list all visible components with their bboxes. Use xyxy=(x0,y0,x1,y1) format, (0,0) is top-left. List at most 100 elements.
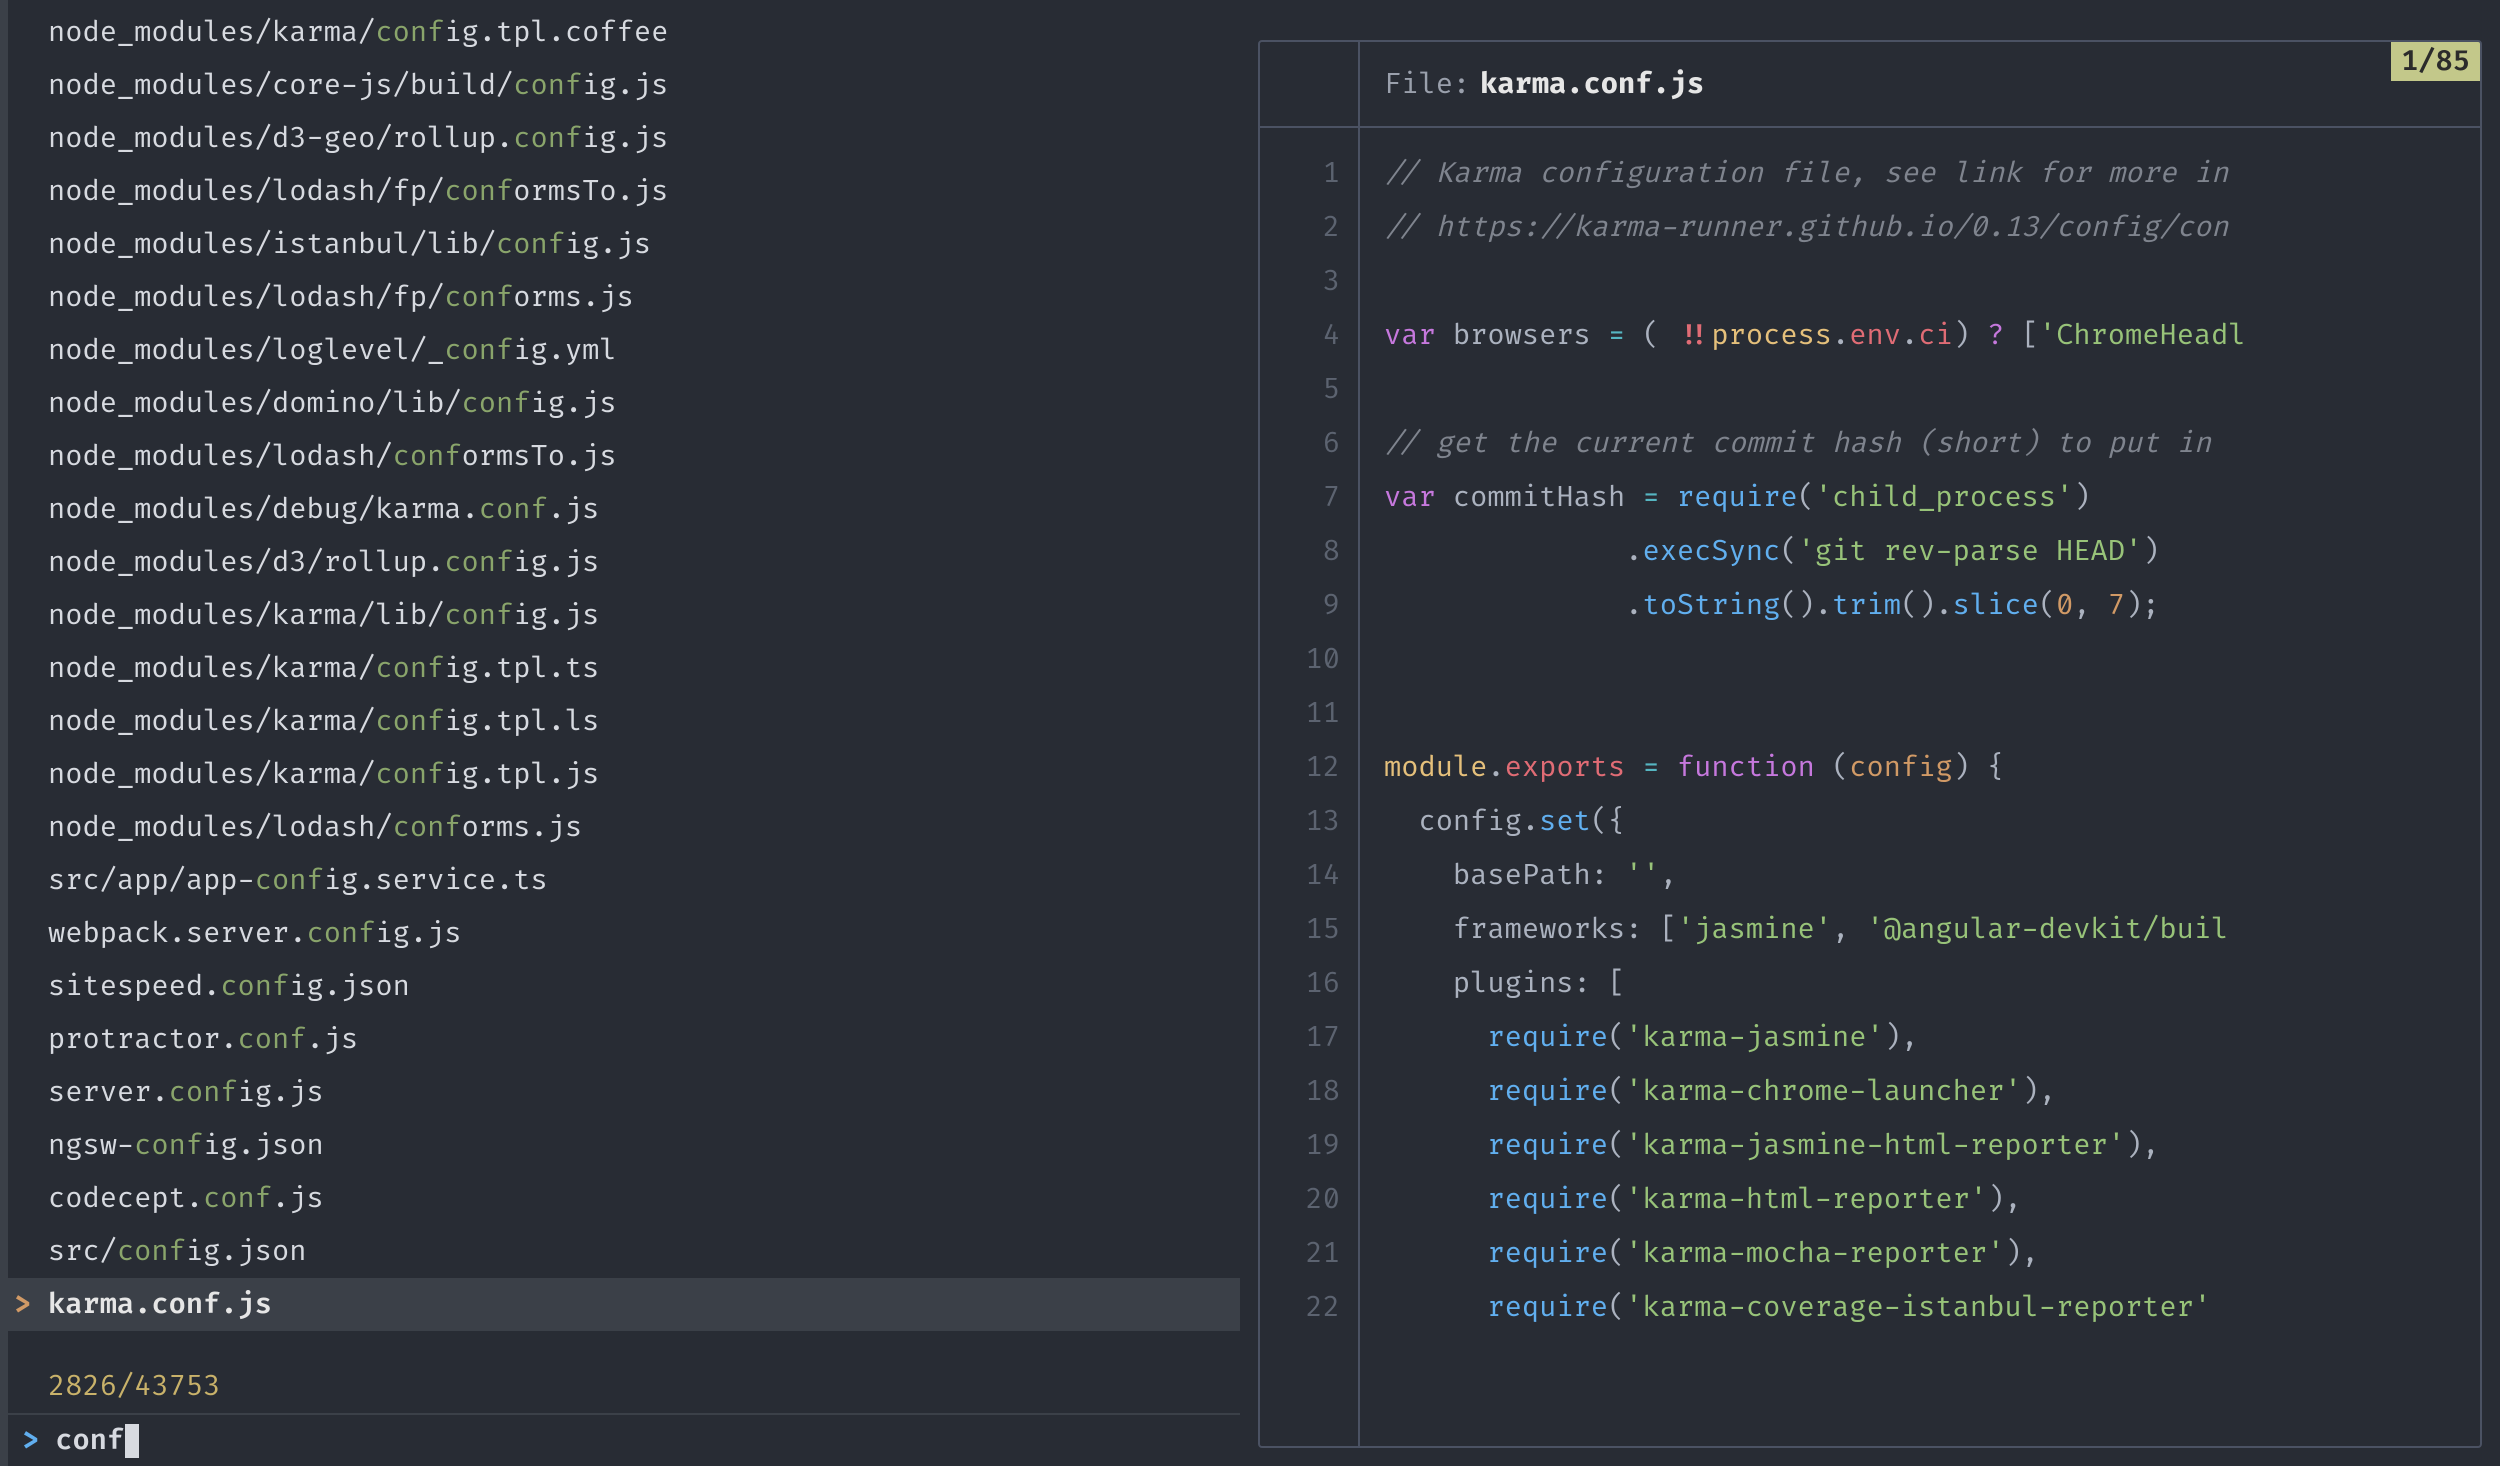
preview-header: File: karma.conf.js xyxy=(1260,42,2480,128)
line-number: 11 xyxy=(1260,686,1358,740)
code-line: // get the current commit hash (short) t… xyxy=(1384,416,2480,470)
code-line xyxy=(1384,254,2480,308)
code-line: var commitHash = require('child_process'… xyxy=(1384,470,2480,524)
line-number: 8 xyxy=(1260,524,1358,578)
code-line xyxy=(1384,686,2480,740)
file-path: node_modules/karma/lib/config.js xyxy=(48,598,599,633)
list-item[interactable]: node_modules/domino/lib/config.js xyxy=(8,377,1240,430)
list-item[interactable]: node_modules/debug/karma.conf.js xyxy=(8,483,1240,536)
line-number: 6 xyxy=(1260,416,1358,470)
file-path: node_modules/karma/config.tpl.coffee xyxy=(48,15,668,50)
line-number: 10 xyxy=(1260,632,1358,686)
preview-header-gutter xyxy=(1260,42,1360,126)
fzf-ui: node_modules/karma/config.tpl.coffeenode… xyxy=(0,0,2500,1466)
file-path: src/app/app-config.service.ts xyxy=(48,863,548,898)
code-line: require('karma-html-reporter'), xyxy=(1384,1172,2480,1226)
line-numbers: 12345678910111213141516171819202122 xyxy=(1260,128,1360,1446)
file-path: node_modules/istanbul/lib/config.js xyxy=(48,227,651,262)
list-item[interactable]: node_modules/loglevel/_config.yml xyxy=(8,324,1240,377)
line-number: 17 xyxy=(1260,1010,1358,1064)
list-item[interactable]: node_modules/karma/config.tpl.ls xyxy=(8,695,1240,748)
file-path: sitespeed.config.json xyxy=(48,969,410,1004)
list-item[interactable]: node_modules/lodash/conformsTo.js xyxy=(8,430,1240,483)
file-path: node_modules/domino/lib/config.js xyxy=(48,386,617,421)
line-number: 20 xyxy=(1260,1172,1358,1226)
line-number: 21 xyxy=(1260,1226,1358,1280)
line-number: 15 xyxy=(1260,902,1358,956)
code-line: basePath: '', xyxy=(1384,848,2480,902)
line-number: 3 xyxy=(1260,254,1358,308)
list-item[interactable]: node_modules/karma/config.tpl.js xyxy=(8,748,1240,801)
match-counter-text: 2826/43753 xyxy=(48,1369,220,1404)
line-number: 5 xyxy=(1260,362,1358,416)
file-path: server.config.js xyxy=(48,1075,324,1110)
line-number: 2 xyxy=(1260,200,1358,254)
preview-filename: karma.conf.js xyxy=(1480,67,1704,102)
file-path: node_modules/lodash/conformsTo.js xyxy=(48,439,617,474)
line-number: 22 xyxy=(1260,1280,1358,1334)
list-item[interactable]: webpack.server.config.js xyxy=(8,907,1240,960)
code-line: config.set({ xyxy=(1384,794,2480,848)
file-path: node_modules/karma/config.tpl.ts xyxy=(48,651,599,686)
code-line: var browsers = ( !!process.env.ci) ? ['C… xyxy=(1384,308,2480,362)
file-list[interactable]: node_modules/karma/config.tpl.coffeenode… xyxy=(8,0,1240,1360)
line-number: 14 xyxy=(1260,848,1358,902)
file-path: ngsw-config.json xyxy=(48,1128,324,1163)
prompt-caret-icon: > xyxy=(22,1423,39,1458)
file-path: protractor.conf.js xyxy=(48,1022,358,1057)
list-item[interactable]: codecept.conf.js xyxy=(8,1172,1240,1225)
left-border xyxy=(0,0,8,1466)
code-line xyxy=(1384,632,2480,686)
line-number: 16 xyxy=(1260,956,1358,1010)
match-counter: 2826/43753 xyxy=(8,1360,1240,1413)
preview-pane-wrapper: 1/85 File: karma.conf.js 123456789101112… xyxy=(1240,0,2500,1466)
chevron-right-icon: > xyxy=(14,1287,31,1322)
file-path: src/config.json xyxy=(48,1234,307,1269)
text-cursor xyxy=(125,1424,139,1458)
list-item[interactable]: protractor.conf.js xyxy=(8,1013,1240,1066)
code-line: frameworks: ['jasmine', '@angular-devkit… xyxy=(1384,902,2480,956)
preview-header-main: File: karma.conf.js xyxy=(1360,42,2480,126)
list-item[interactable]: node_modules/d3-geo/rollup.config.js xyxy=(8,112,1240,165)
list-item[interactable]: src/app/app-config.service.ts xyxy=(8,854,1240,907)
code-line: require('karma-chrome-launcher'), xyxy=(1384,1064,2480,1118)
line-number: 12 xyxy=(1260,740,1358,794)
list-item[interactable]: node_modules/karma/config.tpl.ts xyxy=(8,642,1240,695)
code-line: require('karma-jasmine-html-reporter'), xyxy=(1384,1118,2480,1172)
list-item[interactable]: node_modules/lodash/fp/conformsTo.js xyxy=(8,165,1240,218)
preview-code[interactable]: 12345678910111213141516171819202122 // K… xyxy=(1260,128,2480,1446)
list-item[interactable]: > karma.conf.js xyxy=(8,1278,1240,1331)
list-item[interactable]: node_modules/karma/lib/config.js xyxy=(8,589,1240,642)
preview-position-badge: 1/85 xyxy=(2391,42,2480,81)
code-line: require('karma-jasmine'), xyxy=(1384,1010,2480,1064)
line-number: 7 xyxy=(1260,470,1358,524)
list-item[interactable]: src/config.json xyxy=(8,1225,1240,1278)
list-item[interactable]: node_modules/istanbul/lib/config.js xyxy=(8,218,1240,271)
line-number: 18 xyxy=(1260,1064,1358,1118)
list-item[interactable]: node_modules/core-js/build/config.js xyxy=(8,59,1240,112)
file-path: node_modules/d3-geo/rollup.config.js xyxy=(48,121,668,156)
code-line: .execSync('git rev-parse HEAD') xyxy=(1384,524,2480,578)
file-path: node_modules/karma/config.tpl.js xyxy=(48,757,599,792)
line-number: 1 xyxy=(1260,146,1358,200)
list-item[interactable]: node_modules/lodash/fp/conforms.js xyxy=(8,271,1240,324)
list-item[interactable]: node_modules/karma/config.tpl.coffee xyxy=(8,6,1240,59)
file-path: node_modules/core-js/build/config.js xyxy=(48,68,668,103)
list-item[interactable]: ngsw-config.json xyxy=(8,1119,1240,1172)
code-line: plugins: [ xyxy=(1384,956,2480,1010)
line-number: 19 xyxy=(1260,1118,1358,1172)
list-item[interactable]: node_modules/lodash/conforms.js xyxy=(8,801,1240,854)
list-item[interactable]: node_modules/d3/rollup.config.js xyxy=(8,536,1240,589)
list-item[interactable]: sitespeed.config.json xyxy=(8,960,1240,1013)
code-line: .toString().trim().slice(0, 7); xyxy=(1384,578,2480,632)
search-prompt[interactable]: > conf xyxy=(8,1413,1240,1466)
list-item[interactable]: server.config.js xyxy=(8,1066,1240,1119)
file-path: node_modules/loglevel/_config.yml xyxy=(48,333,617,368)
search-input[interactable]: conf xyxy=(55,1423,124,1458)
preview-pane[interactable]: 1/85 File: karma.conf.js 123456789101112… xyxy=(1258,40,2482,1448)
preview-header-label: File: xyxy=(1384,67,1470,102)
file-path: karma.conf.js xyxy=(48,1287,272,1322)
file-path: codecept.conf.js xyxy=(48,1181,324,1216)
code-line: module.exports = function (config) { xyxy=(1384,740,2480,794)
file-path: node_modules/debug/karma.conf.js xyxy=(48,492,599,527)
